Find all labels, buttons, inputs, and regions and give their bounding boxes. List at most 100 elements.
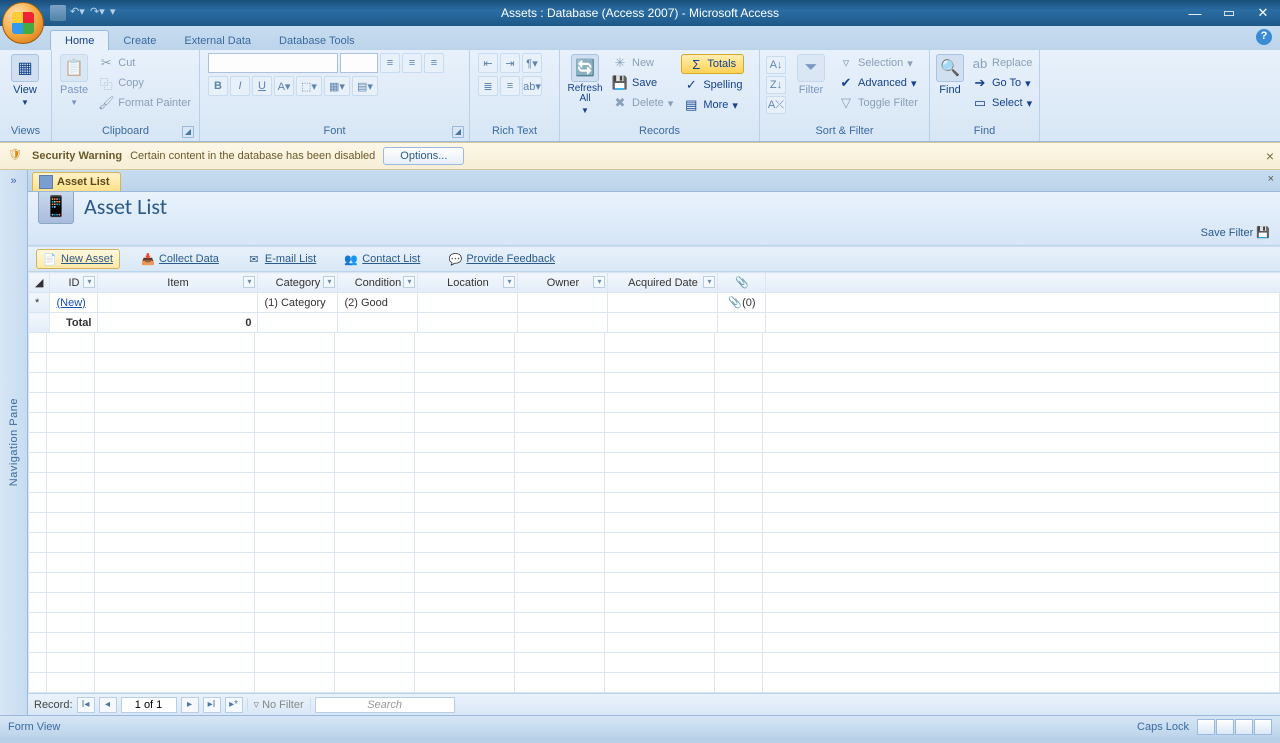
col-item-dropdown[interactable]: ▾	[243, 276, 255, 288]
col-item[interactable]: Item▾	[98, 273, 258, 293]
tab-home[interactable]: Home	[50, 30, 109, 50]
paste-button[interactable]: 📋Paste▼	[56, 52, 92, 109]
new-record-nav-button[interactable]: ▸*	[225, 697, 243, 713]
cell-acquired[interactable]	[608, 293, 718, 313]
maximize-button[interactable]: ▭	[1215, 4, 1243, 22]
navigation-pane[interactable]: » Navigation Pane	[0, 170, 28, 715]
sort-asc-button[interactable]: A↓	[766, 56, 786, 74]
contact-list-button[interactable]: 👥Contact List	[337, 249, 427, 269]
close-button[interactable]: ✕	[1249, 4, 1277, 22]
row-selector-new[interactable]: *	[29, 293, 50, 313]
increase-indent-button[interactable]: ⇥	[500, 53, 520, 73]
provide-feedback-button[interactable]: 💬Provide Feedback	[441, 249, 562, 269]
last-record-button[interactable]: ▸I	[203, 697, 221, 713]
datasheet-view-button[interactable]	[1216, 719, 1234, 735]
save-filter-link[interactable]: Save Filter	[1201, 227, 1254, 239]
underline-button[interactable]: U	[252, 76, 272, 96]
cell-owner[interactable]	[518, 293, 608, 313]
qat-customize-icon[interactable]: ▾	[110, 5, 126, 21]
first-record-button[interactable]: I◂	[77, 697, 95, 713]
col-category-dropdown[interactable]: ▾	[323, 276, 335, 288]
replace-button[interactable]: abReplace	[970, 54, 1034, 72]
select-button[interactable]: ▭Select ▾	[970, 94, 1034, 112]
warning-close-icon[interactable]: ×	[1266, 148, 1274, 164]
col-acquired[interactable]: Acquired Date▾	[608, 273, 718, 293]
selection-button[interactable]: ▿Selection ▾	[836, 54, 920, 72]
find-button[interactable]: 🔍Find	[934, 52, 966, 98]
prev-record-button[interactable]: ◂	[99, 697, 117, 713]
clipboard-dialog-launcher[interactable]: ◢	[182, 126, 194, 138]
doc-tab-asset-list[interactable]: Asset List	[32, 172, 121, 191]
totals-button[interactable]: ΣTotals	[681, 54, 744, 74]
col-condition-dropdown[interactable]: ▾	[403, 276, 415, 288]
sort-desc-button[interactable]: Z↓	[766, 76, 786, 94]
tab-external-data[interactable]: External Data	[170, 31, 265, 50]
new-record-button[interactable]: ✳New	[610, 54, 675, 72]
new-asset-button[interactable]: 📄New Asset	[36, 249, 120, 269]
filter-button[interactable]: ⏷Filter	[790, 52, 832, 98]
layout-view-button[interactable]	[1235, 719, 1253, 735]
bold-button[interactable]: B	[208, 76, 228, 96]
col-category[interactable]: Category▾	[258, 273, 338, 293]
align-right-button[interactable]: ≡	[424, 53, 444, 73]
col-owner-dropdown[interactable]: ▾	[593, 276, 605, 288]
cut-button[interactable]: ✂Cut	[96, 54, 193, 72]
cell-category[interactable]: (1) Category	[258, 293, 338, 313]
col-attachment[interactable]: 📎	[718, 273, 766, 293]
delete-record-button[interactable]: ✖Delete ▾	[610, 94, 675, 112]
collect-data-button[interactable]: 📥Collect Data	[134, 249, 226, 269]
qat-save-icon[interactable]	[50, 5, 66, 21]
view-button[interactable]: ▦View▼	[4, 52, 46, 109]
tab-database-tools[interactable]: Database Tools	[265, 31, 369, 50]
col-location[interactable]: Location▾	[418, 273, 518, 293]
advanced-button[interactable]: ✔Advanced ▾	[836, 74, 920, 92]
tab-create[interactable]: Create	[109, 31, 170, 50]
bullets-button[interactable]: ≣	[478, 76, 498, 96]
qat-undo-icon[interactable]: ↶▾	[70, 5, 86, 21]
clear-sort-button[interactable]: A⤫	[766, 96, 786, 114]
cell-attachment[interactable]: 📎(0)	[718, 293, 766, 313]
ltr-button[interactable]: ¶▾	[522, 53, 542, 73]
italic-button[interactable]: I	[230, 76, 250, 96]
form-view-button[interactable]	[1197, 719, 1215, 735]
format-painter-button[interactable]: 🖌Format Painter	[96, 94, 193, 112]
select-all[interactable]: ◢	[29, 273, 50, 293]
qat-redo-icon[interactable]: ↷▾	[90, 5, 106, 21]
record-search[interactable]	[315, 697, 455, 713]
align-center-button[interactable]: ≡	[402, 53, 422, 73]
record-position[interactable]	[121, 697, 177, 713]
numbering-button[interactable]: ≡	[500, 76, 520, 96]
help-icon[interactable]: ?	[1256, 29, 1272, 45]
decrease-indent-button[interactable]: ⇤	[478, 53, 498, 73]
font-color-button[interactable]: A▾	[274, 76, 294, 96]
goto-button[interactable]: ➔Go To ▾	[970, 74, 1034, 92]
office-button[interactable]	[2, 2, 44, 44]
more-button[interactable]: ▤More ▾	[681, 96, 744, 114]
font-dialog-launcher[interactable]: ◢	[452, 126, 464, 138]
design-view-button[interactable]	[1254, 719, 1272, 735]
col-owner[interactable]: Owner▾	[518, 273, 608, 293]
next-record-button[interactable]: ▸	[181, 697, 199, 713]
refresh-all-button[interactable]: 🔄Refresh All▼	[564, 52, 606, 117]
email-list-button[interactable]: ✉E-mail List	[240, 249, 323, 269]
col-id-dropdown[interactable]: ▾	[83, 276, 95, 288]
highlight-button[interactable]: ab▾	[522, 76, 542, 96]
row-selector-total[interactable]	[29, 313, 50, 333]
spelling-button[interactable]: ✓Spelling	[681, 76, 744, 94]
minimize-button[interactable]: ―	[1181, 4, 1209, 22]
font-name-combo[interactable]	[208, 53, 338, 73]
col-location-dropdown[interactable]: ▾	[503, 276, 515, 288]
options-button[interactable]: Options...	[383, 147, 464, 165]
cell-id[interactable]: (New)	[50, 293, 98, 313]
cell-item[interactable]	[98, 293, 258, 313]
col-id[interactable]: ID▾	[50, 273, 98, 293]
cell-location[interactable]	[418, 293, 518, 313]
toggle-filter-button[interactable]: ▽Toggle Filter	[836, 94, 920, 112]
col-acquired-dropdown[interactable]: ▾	[703, 276, 715, 288]
font-size-combo[interactable]	[340, 53, 378, 73]
expand-pane-icon[interactable]: »	[10, 175, 16, 187]
fill-color-button[interactable]: ⬚▾	[296, 76, 322, 96]
cell-condition[interactable]: (2) Good	[338, 293, 418, 313]
copy-button[interactable]: ⿻Copy	[96, 74, 193, 92]
col-condition[interactable]: Condition▾	[338, 273, 418, 293]
